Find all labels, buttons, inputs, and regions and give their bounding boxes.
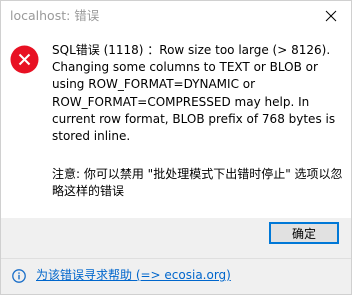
dialog-footer: 为该错误寻求帮助 (=> ecosia.org) bbox=[1, 258, 351, 294]
close-button[interactable] bbox=[311, 1, 351, 31]
ok-button-label: 确定 bbox=[291, 226, 316, 241]
info-icon bbox=[12, 268, 26, 283]
button-bar: 确定 bbox=[1, 218, 351, 258]
error-message: SQL错误 (1118) ：Row size too large (> 8126… bbox=[52, 43, 336, 144]
close-icon bbox=[325, 10, 337, 22]
title-bar[interactable]: localhost: 错误 bbox=[1, 1, 351, 33]
ok-button[interactable]: 确定 bbox=[269, 222, 339, 244]
help-link[interactable]: 为该错误寻求帮助 (=> ecosia.org) bbox=[36, 267, 231, 283]
error-note: 注意: 你可以禁用 "批处理模式下出错时停止" 选项以忽略这样的错误 bbox=[52, 167, 343, 199]
error-dialog: localhost: 错误 SQL错误 (1118) ：Row size too… bbox=[0, 0, 352, 295]
window-title: localhost: 错误 bbox=[10, 8, 100, 23]
dialog-content: SQL错误 (1118) ：Row size too large (> 8126… bbox=[1, 33, 351, 218]
error-icon bbox=[10, 45, 39, 74]
